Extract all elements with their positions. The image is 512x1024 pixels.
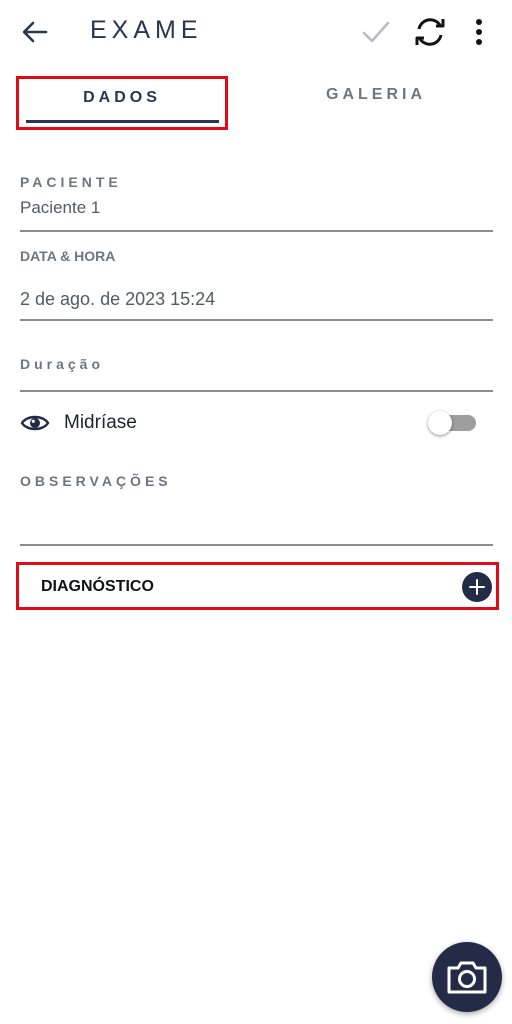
tab-galeria-label: GALERIA: [326, 86, 426, 103]
midriase-row: Midríase: [18, 404, 476, 442]
duracao-field[interactable]: [20, 372, 490, 390]
tab-galeria[interactable]: GALERIA: [256, 76, 496, 130]
page-title: EXAME: [90, 16, 203, 44]
tab-selected-indicator: [26, 120, 219, 123]
diagnostico-section[interactable]: DIAGNÓSTICO: [16, 562, 499, 610]
tab-dados[interactable]: DADOS: [16, 76, 228, 130]
observacoes-underline: [20, 544, 493, 546]
add-diagnostico-button[interactable]: [462, 572, 492, 602]
diagnostico-label: DIAGNÓSTICO: [41, 578, 154, 595]
data-hora-underline: [20, 319, 493, 321]
duracao-underline: [20, 390, 493, 392]
exame-screen: EXAME DADOS GALERIA PACIENTE Paciente 1 …: [0, 0, 512, 1024]
midriase-label: Midríase: [64, 412, 137, 433]
paciente-label: PACIENTE: [20, 174, 122, 190]
toggle-knob: [428, 411, 452, 435]
sync-icon: [415, 18, 445, 46]
paciente-underline: [20, 230, 493, 232]
back-button[interactable]: [14, 12, 56, 52]
data-hora-label: DATA & HORA: [20, 248, 116, 264]
more-vert-icon: [476, 19, 482, 45]
data-hora-field[interactable]: 2 de ago. de 2023 15:24: [20, 289, 215, 310]
duracao-label: Duração: [20, 356, 105, 372]
more-options-button[interactable]: [464, 12, 494, 52]
top-app-bar: EXAME: [0, 0, 512, 64]
camera-button[interactable]: [432, 942, 502, 1012]
midriase-toggle[interactable]: [428, 411, 476, 436]
plus-circle-icon: [469, 579, 485, 595]
observacoes-field[interactable]: [20, 500, 490, 540]
paciente-field[interactable]: Paciente 1: [20, 198, 100, 218]
camera-icon: [447, 961, 487, 994]
arrow-left-icon: [22, 21, 48, 43]
observacoes-label: OBSERVAÇÕES: [20, 473, 172, 489]
eye-icon: [20, 415, 50, 431]
sync-button[interactable]: [408, 10, 452, 54]
check-icon: [362, 21, 390, 43]
save-button[interactable]: [356, 12, 396, 52]
tab-dados-label: DADOS: [83, 89, 161, 106]
